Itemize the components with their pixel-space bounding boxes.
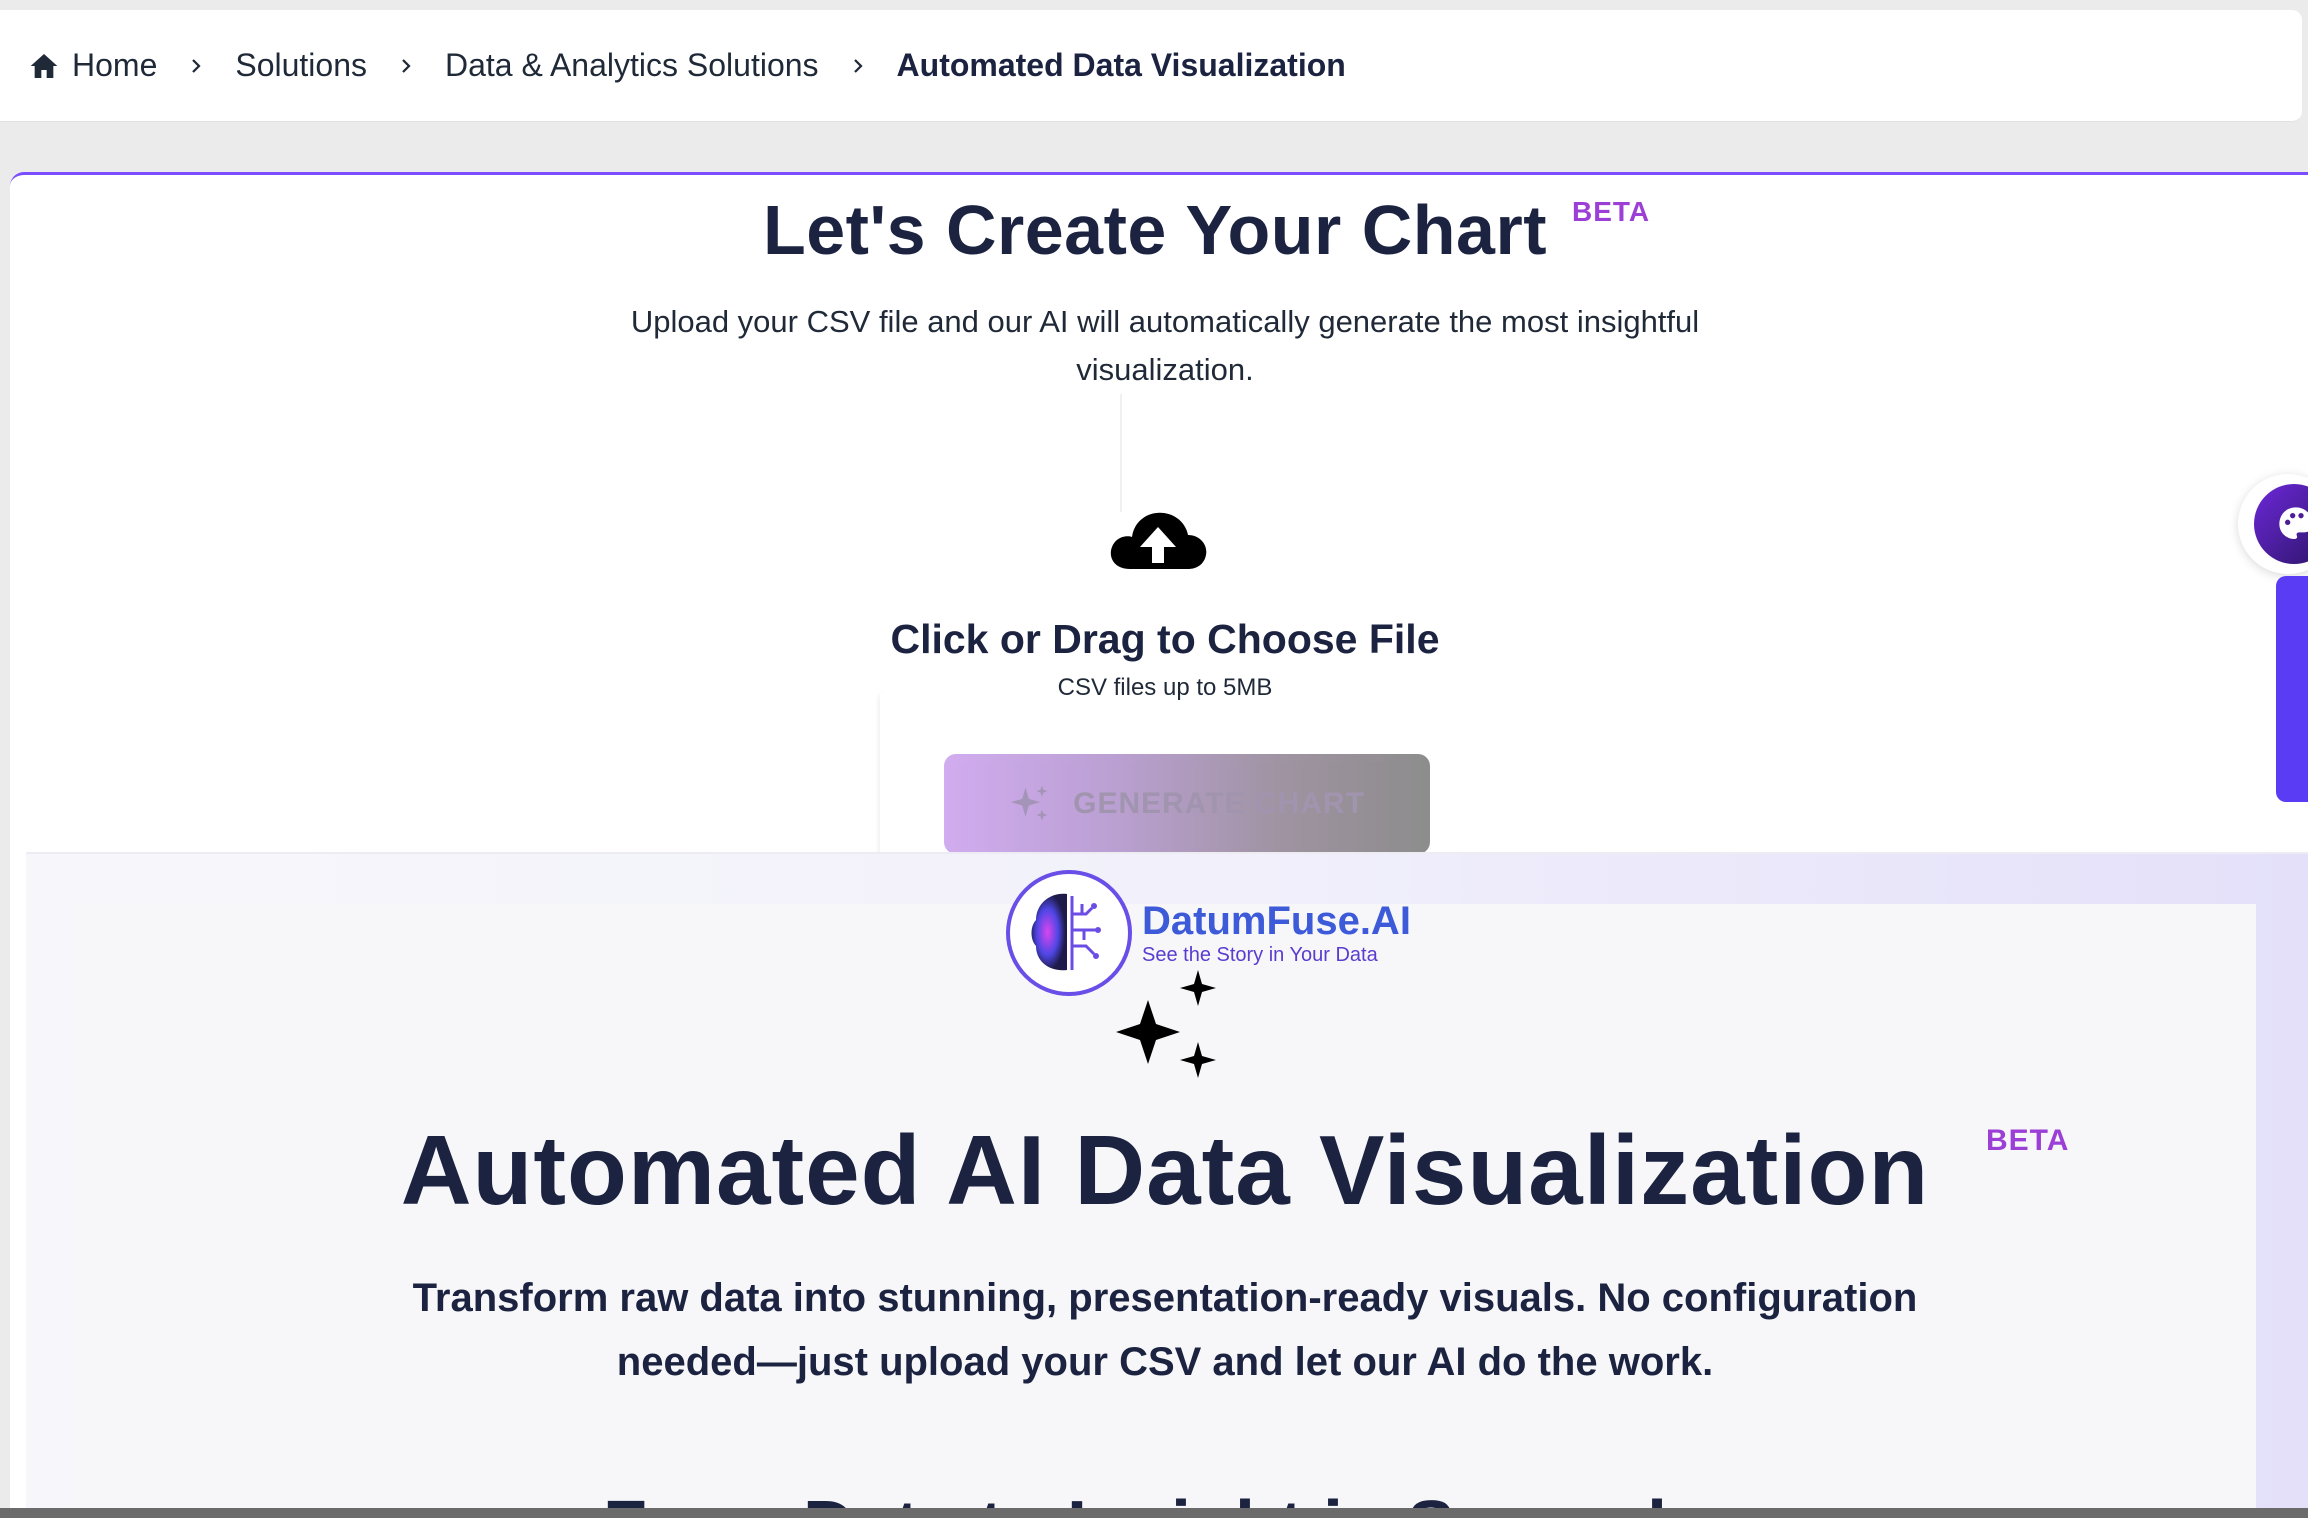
brand-name: DatumFuse.AI — [1142, 899, 1411, 943]
chevron-right-icon — [187, 57, 205, 75]
upload-title: Let's Create Your Chart — [762, 191, 1548, 269]
breadcrumb-current-label: Automated Data Visualization — [896, 47, 1346, 83]
dropzone-title: Click or Drag to Choose File — [890, 616, 1440, 662]
breadcrumb-data-analytics-link[interactable]: Data & Analytics Solutions — [445, 47, 819, 84]
beta-badge: BETA — [1572, 196, 1651, 227]
divider — [1120, 394, 1122, 512]
breadcrumb-home-link[interactable]: Home — [72, 47, 157, 84]
sparkle-icon — [1010, 785, 1048, 821]
chevron-right-icon — [397, 57, 415, 75]
brand-tagline: See the Story in Your Data — [1142, 944, 1378, 966]
cloud-upload-icon — [1110, 512, 1207, 569]
page: Home Solutions Data & Analytics Solution… — [0, 0, 2308, 1518]
generate-chart-button[interactable]: GENERATE CHART — [944, 754, 1430, 854]
breadcrumb-data-analytics[interactable]: Data & Analytics Solutions — [445, 47, 819, 84]
home-icon — [30, 53, 58, 78]
generate-chart-label: GENERATE CHART — [1073, 787, 1365, 820]
tooltip-edge — [880, 692, 954, 854]
hero-description: Transform raw data into stunning, presen… — [412, 1276, 1918, 1384]
breadcrumb-solutions-link[interactable]: Solutions — [235, 47, 367, 84]
feedback-side-tab[interactable] — [2276, 576, 2308, 802]
breadcrumb-current: Automated Data Visualization — [897, 47, 1346, 84]
palette-icon — [2279, 507, 2308, 539]
hero-beta-badge: BETA — [1986, 1124, 2070, 1157]
sparkles-icon — [1116, 970, 1216, 1078]
hero-title: Automated AI Data Visualization — [400, 1115, 1930, 1225]
breadcrumb-solutions[interactable]: Solutions — [235, 47, 367, 84]
upload-subtitle: Upload your CSV file and our AI will aut… — [630, 304, 1700, 387]
chevron-right-icon — [849, 57, 867, 75]
breadcrumb: Home Solutions Data & Analytics Solution… — [0, 10, 2302, 122]
window-bottom-edge — [0, 1508, 2308, 1518]
breadcrumb-home[interactable]: Home — [28, 47, 157, 84]
